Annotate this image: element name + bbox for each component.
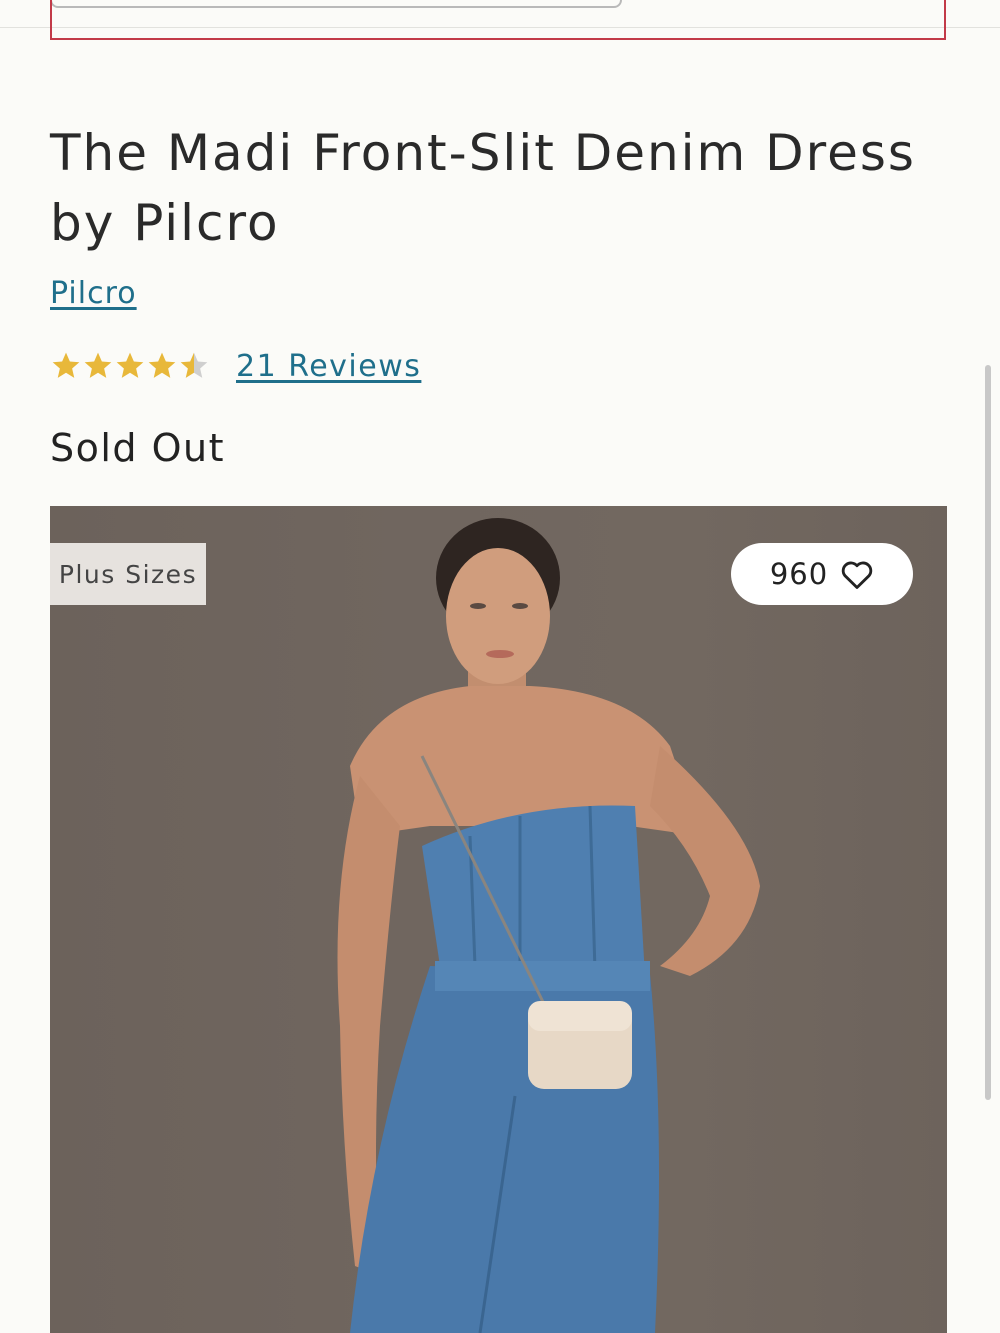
model-photo	[337, 518, 760, 1333]
favorites-count: 960	[769, 557, 829, 591]
product-image[interactable]: Plus Sizes 960	[50, 506, 947, 1333]
heart-icon	[841, 561, 873, 589]
star-icon	[116, 352, 144, 378]
brand-link[interactable]: Pilcro	[50, 276, 137, 311]
rating-row: 21 Reviews	[50, 346, 421, 386]
alert-box	[50, 0, 946, 40]
star-icon	[52, 352, 80, 378]
plus-sizes-badge: Plus Sizes	[50, 543, 206, 605]
product-title: The Madi Front-Slit Denim Dress by Pilcr…	[50, 124, 916, 252]
star-icon	[84, 352, 112, 378]
reviews-link[interactable]: 21 Reviews	[236, 349, 421, 384]
product-page: The Madi Front-Slit Denim Dress by Pilcr…	[0, 0, 1000, 1333]
star-icon	[148, 352, 176, 378]
favorite-button[interactable]: 960	[731, 543, 913, 605]
star-half-icon	[180, 352, 208, 378]
scrollbar[interactable]	[985, 365, 991, 1100]
price-status: Sold Out	[50, 426, 226, 470]
rating-stars[interactable]	[50, 350, 210, 382]
